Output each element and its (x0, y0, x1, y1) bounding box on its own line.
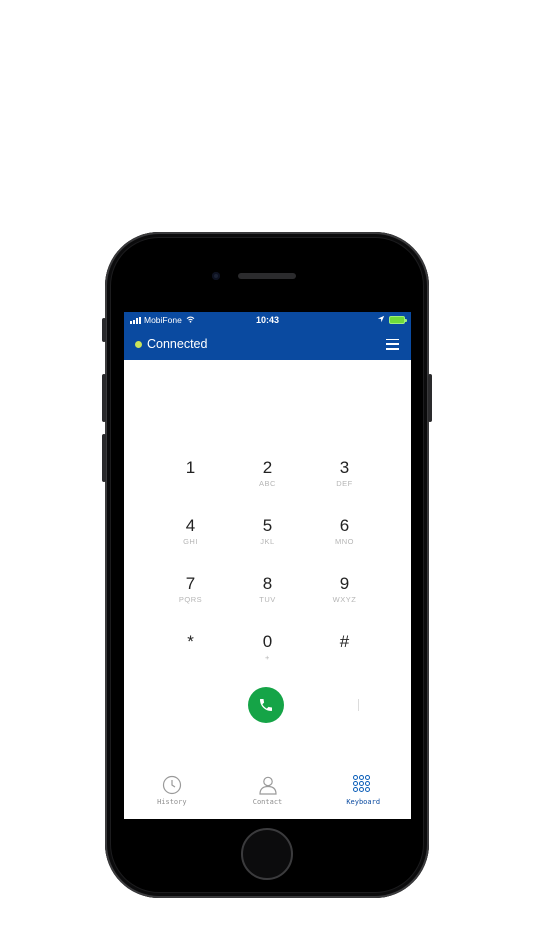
dialpad-icon (353, 775, 373, 795)
connection-status-dot (135, 340, 142, 348)
volume-up-button (102, 374, 106, 422)
mute-switch (102, 318, 106, 342)
keypad-key[interactable]: * (152, 632, 229, 690)
status-time: 10:43 (255, 315, 280, 325)
keypad-key-digit: 8 (262, 574, 273, 593)
keypad-key-letters: MNO (335, 537, 354, 546)
tab-contact-label: Contact (252, 798, 283, 806)
backspace-placeholder (358, 699, 359, 711)
keypad-key-letters: GHI (183, 537, 198, 546)
keypad-key-digit: 5 (262, 516, 273, 535)
tab-keyboard-label: Keyboard (346, 798, 381, 806)
call-button[interactable] (248, 687, 284, 723)
keypad-key-letters: WXYZ (332, 595, 357, 604)
app-header: Connected (124, 328, 411, 360)
bottom-tab-bar: History Contact Keyboard (124, 773, 411, 819)
clock-icon (162, 775, 181, 795)
tab-keyboard[interactable]: Keyboard (315, 773, 411, 819)
keypad-key[interactable]: 8 TUV (229, 574, 306, 632)
keypad-key[interactable]: # (306, 632, 383, 690)
power-button (428, 374, 432, 422)
battery-icon (389, 316, 407, 324)
status-bar: MobiFone 10:43 (124, 312, 411, 328)
keypad-key-letters: + (265, 653, 270, 662)
keypad-key[interactable]: 7 PQRS (152, 574, 229, 632)
volume-down-button (102, 434, 106, 482)
keypad-key-letters: TUV (259, 595, 276, 604)
keypad-key-digit: 1 (185, 458, 196, 477)
keypad-key-digit: 9 (339, 574, 350, 593)
app-screen: MobiFone 10:43 Connected 1 2 ABC 3 DEF 4 GHI 5 J… (124, 312, 411, 819)
dial-keypad: 1 2 ABC 3 DEF 4 GHI 5 JKL 6 MNO 7 PQRS 8 TUV 9 WXYZ * 0 + # (152, 458, 383, 690)
front-camera (212, 272, 220, 280)
keypad-key[interactable]: 5 JKL (229, 516, 306, 574)
keypad-key-letters: ABC (259, 479, 276, 488)
person-icon (258, 776, 277, 795)
keypad-key[interactable]: 9 WXYZ (306, 574, 383, 632)
tab-history-label: History (157, 798, 187, 806)
keypad-key-letters: JKL (260, 537, 275, 546)
keypad-key[interactable]: 3 DEF (306, 458, 383, 516)
keypad-key-digit: 2 (262, 458, 273, 477)
keypad-key-digit: 6 (339, 516, 350, 535)
connection-status-label: Connected (147, 337, 208, 351)
hamburger-menu-icon[interactable] (386, 338, 399, 350)
keypad-key-digit: 7 (185, 574, 196, 593)
keypad-key[interactable]: 0 + (229, 632, 306, 690)
keypad-key-digit: # (339, 632, 350, 651)
phone-icon (260, 699, 272, 711)
keypad-key-digit: 3 (339, 458, 350, 477)
keypad-key[interactable]: 4 GHI (152, 516, 229, 574)
earpiece-speaker (238, 273, 296, 279)
keypad-key-letters: DEF (336, 479, 353, 488)
keypad-key-digit: * (187, 632, 194, 651)
keypad-key-letters: PQRS (178, 595, 203, 604)
keypad-key-digit: 0 (262, 632, 273, 651)
keypad-key[interactable]: 1 (152, 458, 229, 516)
keypad-key-digit: 4 (185, 516, 196, 535)
keypad-key[interactable]: 6 MNO (306, 516, 383, 574)
keypad-key[interactable]: 2 ABC (229, 458, 306, 516)
tab-history[interactable]: History (124, 773, 220, 819)
tab-contact[interactable]: Contact (220, 773, 316, 819)
home-button[interactable] (241, 828, 293, 880)
